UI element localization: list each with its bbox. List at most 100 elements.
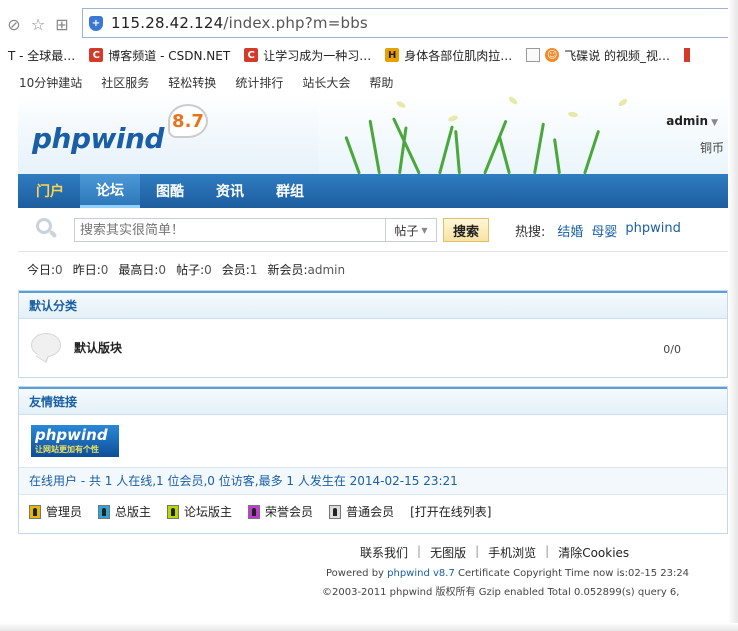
url-path: /index.php?m=bbs — [223, 14, 368, 32]
topnav-item[interactable]: 统计排行 — [235, 74, 283, 91]
search-icon — [36, 218, 58, 239]
coin-label: 铜币 — [699, 141, 724, 155]
footer-text-only[interactable]: 无图版 — [430, 544, 466, 561]
footer-mobile[interactable]: 手机浏览 — [488, 544, 536, 561]
open-online-list[interactable]: [打开在线列表] — [410, 503, 491, 520]
forum-stats: 今日:0 昨日:0 最高日:0 帖子:0 会员:1 新会员:admin — [18, 252, 728, 286]
chevron-down-icon: ▼ — [711, 118, 718, 128]
stat-today: 今日:0 — [27, 262, 63, 277]
category-title[interactable]: 默认分类 — [19, 291, 727, 319]
footer-contact[interactable]: 联系我们 — [360, 544, 408, 561]
stat-peak: 最高日:0 — [118, 262, 167, 277]
user-menu[interactable]: admin ▼ — [666, 114, 718, 128]
petal — [567, 111, 579, 118]
mod-icon — [167, 504, 180, 519]
bookmark-label: 让学习成为一种习… — [263, 48, 372, 63]
hot-link[interactable]: 母婴 — [591, 221, 617, 240]
grass-blade — [553, 138, 561, 174]
bookmark-label: T - 全球最… — [8, 48, 76, 63]
header-banner — [318, 94, 728, 174]
super-mod-icon — [98, 504, 111, 519]
legend-admin: 管理员 — [29, 503, 82, 520]
nav-groups[interactable]: 群组 — [260, 174, 320, 208]
topnav-item[interactable]: 帮助 — [369, 74, 393, 91]
copyright: ©2003-2011 phpwind 版权所有 Gzip enabled Tot… — [322, 587, 680, 598]
hot-link[interactable]: phpwind — [625, 221, 680, 240]
petal — [395, 99, 407, 110]
partner-logo-sub: 让网站更加有个性 — [35, 445, 99, 454]
nav-portal[interactable]: 门户 — [18, 174, 80, 208]
footer-links: 联系我们 | 无图版 | 手机浏览 | 清除Cookies — [360, 544, 630, 561]
topnav-item[interactable]: 10分钟建站 — [19, 74, 82, 91]
member-icon — [329, 504, 342, 519]
bookmark-item[interactable]: T - 全球最… — [8, 47, 75, 64]
window-shadow — [728, 0, 738, 631]
bookmark-overflow[interactable] — [684, 48, 695, 62]
version-badge: 8.7 — [168, 104, 208, 138]
category-panel: 默认分类 默认版块 0/0 — [18, 290, 728, 378]
shield-icon: + — [89, 15, 103, 31]
stat-posts: 帖子:0 — [176, 262, 212, 277]
legend-member: 普通会员 — [329, 503, 394, 520]
site-header: phpwind 8.7 admin ▼ 铜币 — [18, 94, 728, 174]
nav-gallery[interactable]: 图酷 — [140, 174, 200, 208]
nav-forum[interactable]: 论坛 — [80, 174, 140, 208]
csdn-icon: C — [89, 48, 104, 62]
site-icon: H — [385, 48, 400, 62]
topnav-item[interactable]: 轻松转换 — [168, 74, 216, 91]
bookmark-label: 博客频道 - CSDN.NET — [108, 48, 231, 63]
chevron-down-icon: ▼ — [421, 225, 428, 235]
topnav-item[interactable]: 站长大会 — [302, 74, 350, 91]
admin-icon — [29, 504, 41, 519]
hot-label: 热搜: — [515, 225, 546, 240]
bookmark-item[interactable]: C 让学习成为一种习… — [244, 47, 371, 64]
search-button[interactable]: 搜索 — [443, 218, 489, 242]
grass-blade — [454, 130, 461, 174]
search-type-label: 帖子 — [394, 223, 419, 238]
bookmark-item[interactable]: H 身体各部位肌肉拉… — [385, 47, 512, 64]
address-bar: ⊘ ☆ ⊞ + 115.28.42.124/index.php?m=bbs — [0, 8, 728, 40]
stat-members: 会员:1 — [221, 262, 258, 277]
grass-blade — [533, 122, 546, 174]
star-icon[interactable]: ☆ — [28, 14, 48, 34]
links-panel: 友情链接 phpwind 让网站更加有个性 在线用户 - 共 1 人在线,1 位会… — [18, 386, 728, 534]
petal — [507, 95, 519, 106]
bookmarks-bar: T - 全球最… C 博客频道 - CSDN.NET C 让学习成为一种习… H… — [0, 42, 728, 68]
csdn-icon: C — [244, 48, 259, 62]
bookmark-label: 飞碟说 的视频_视… — [564, 48, 671, 63]
bookmark-label: 身体各部位肌肉拉… — [404, 48, 513, 63]
browser-window: ⊘ ☆ ⊞ + 115.28.42.124/index.php?m=bbs T … — [0, 0, 738, 631]
grass-blade — [497, 134, 511, 174]
url-field[interactable]: + 115.28.42.124/index.php?m=bbs — [82, 8, 728, 38]
hot-searches: 热搜: 结婚 母婴 phpwind — [515, 221, 689, 240]
topnav-item[interactable]: 社区服务 — [101, 74, 149, 91]
main-nav: 门户 论坛 图酷 资讯 群组 — [18, 174, 728, 208]
online-users: 在线用户 - 共 1 人在线,1 位会员,0 位访客,最多 1 人发生在 201… — [19, 467, 727, 495]
partner-logo[interactable]: phpwind 让网站更加有个性 — [31, 425, 119, 457]
back-icon[interactable]: ⊘ — [4, 14, 24, 34]
forum-name[interactable]: 默认版块 — [74, 339, 122, 356]
legend-super-mod: 总版主 — [98, 503, 151, 520]
grass-blade — [438, 125, 454, 174]
username: admin — [666, 114, 709, 128]
bookmark-item[interactable]: C 博客频道 - CSDN.NET — [89, 47, 230, 64]
nav-news[interactable]: 资讯 — [200, 174, 260, 208]
forum-row: 默认版块 0/0 — [19, 321, 727, 377]
phpwind-logo[interactable]: phpwind — [32, 122, 164, 155]
forum-count: 0/0 — [663, 343, 681, 356]
page-icon — [526, 48, 541, 62]
overflow-icon — [684, 48, 691, 62]
powered-by: Powered by phpwind v8.7 Certificate Copy… — [326, 568, 690, 579]
bookmark-item[interactable]: ☺ 飞碟说 的视频_视… — [526, 47, 670, 64]
window-shadow — [0, 623, 738, 631]
search-type-select[interactable]: 帖子 ▼ — [385, 218, 437, 242]
grid-icon[interactable]: ⊞ — [52, 14, 72, 34]
hot-link[interactable]: 结婚 — [557, 221, 583, 240]
petal — [617, 97, 629, 108]
powered-brand[interactable]: phpwind v8.7 — [387, 568, 455, 579]
grass-blade — [583, 129, 601, 174]
search-input[interactable] — [74, 218, 386, 242]
url-host: 115.28.42.124 — [111, 14, 224, 32]
footer-clear-cookies[interactable]: 清除Cookies — [558, 544, 629, 561]
legend-honor: 荣誉会员 — [248, 503, 313, 520]
